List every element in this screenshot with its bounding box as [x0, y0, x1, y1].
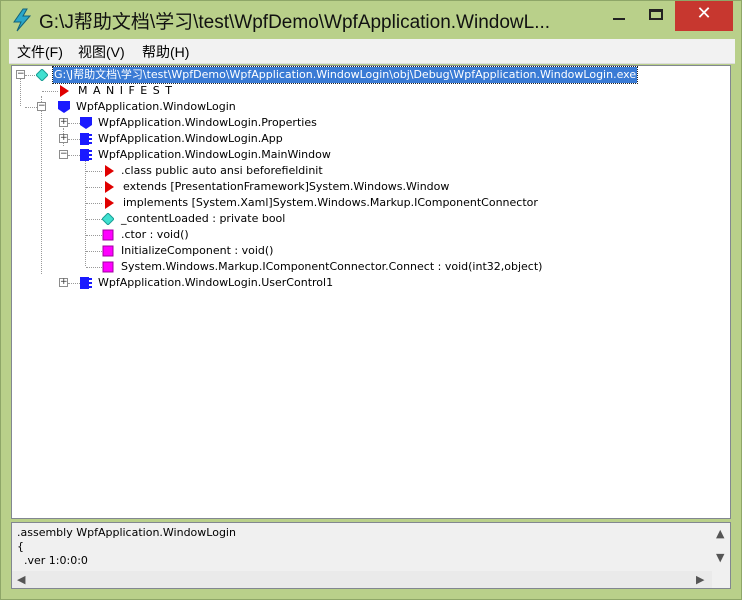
- expand-toggle[interactable]: +: [59, 134, 68, 143]
- menu-view[interactable]: 视图(V): [78, 42, 125, 62]
- namespace-shield-icon: [58, 101, 70, 113]
- expand-toggle[interactable]: +: [59, 118, 68, 127]
- collapse-toggle[interactable]: −: [59, 150, 68, 159]
- menu-help[interactable]: 帮助(H): [142, 42, 189, 62]
- info-line: .ver 1:0:0:0: [17, 554, 88, 567]
- red-triangle-icon: [105, 197, 114, 209]
- scroll-down-arrow-icon[interactable]: ▼: [716, 551, 724, 564]
- field-diamond-icon: [102, 213, 114, 225]
- tree-node-usercontrol[interactable]: + WpfApplication.WindowLogin.UserControl…: [12, 275, 712, 291]
- tree-node-label: implements [System.Xaml]System.Windows.M…: [123, 196, 538, 209]
- horizontal-scrollbar[interactable]: ◀ ▶: [12, 571, 712, 588]
- tree-node-extends[interactable]: extends [PresentationFramework]System.Wi…: [12, 179, 712, 195]
- tree-node-class-decl[interactable]: .class public auto ansi beforefieldinit: [12, 163, 712, 179]
- maximize-icon: [649, 9, 663, 20]
- red-triangle-icon: [105, 165, 114, 177]
- app-window: G:\J帮助文档\学习\test\WpfDemo\WpfApplication.…: [0, 0, 742, 600]
- tree-node-label: G:\J帮助文档\学习\test\WpfDemo\WpfApplication.…: [51, 66, 639, 84]
- tree-node-label: InitializeComponent : void(): [121, 244, 274, 257]
- title-bar[interactable]: G:\J帮助文档\学习\test\WpfDemo\WpfApplication.…: [1, 1, 741, 37]
- menu-file[interactable]: 文件(F): [17, 42, 63, 62]
- expand-toggle[interactable]: +: [59, 278, 68, 287]
- tree-node-implements[interactable]: implements [System.Xaml]System.Windows.M…: [12, 195, 712, 211]
- namespace-shield-icon: [80, 117, 92, 129]
- red-triangle-icon: [60, 85, 69, 97]
- tree-node-root[interactable]: − G:\J帮助文档\学习\test\WpfDemo\WpfApplicatio…: [12, 66, 712, 84]
- close-icon: ✕: [696, 3, 712, 24]
- tree-node-label: WpfApplication.WindowLogin: [76, 100, 236, 113]
- scroll-right-arrow-icon[interactable]: ▶: [696, 573, 704, 586]
- red-triangle-icon: [105, 181, 114, 193]
- tree-node-app[interactable]: + WpfApplication.WindowLogin.App: [12, 131, 712, 147]
- tree-view[interactable]: − G:\J帮助文档\学习\test\WpfDemo\WpfApplicatio…: [11, 65, 731, 519]
- class-icon: [80, 277, 92, 289]
- tree-node-field[interactable]: _contentLoaded : private bool: [12, 211, 712, 227]
- tree-node-label: _contentLoaded : private bool: [121, 212, 286, 225]
- scroll-left-arrow-icon[interactable]: ◀: [17, 573, 25, 586]
- minimize-icon: [613, 18, 625, 20]
- info-line: .assembly WpfApplication.WindowLogin: [17, 526, 236, 539]
- method-icon: [102, 245, 114, 257]
- method-icon: [102, 229, 114, 241]
- minimize-button[interactable]: [599, 1, 639, 31]
- tree-node-mainwindow[interactable]: − WpfApplication.WindowLogin.MainWindow: [12, 147, 712, 163]
- class-icon: [80, 149, 92, 161]
- tree-node-connect[interactable]: System.Windows.Markup.IComponentConnecto…: [12, 259, 712, 275]
- info-line: {: [17, 540, 24, 553]
- tree-node-label: M A N I F E S T: [78, 84, 173, 97]
- tree-node-label: WpfApplication.WindowLogin.UserControl1: [98, 276, 334, 289]
- tree-node-namespace[interactable]: − WpfApplication.WindowLogin: [12, 99, 712, 115]
- maximize-button[interactable]: [639, 1, 675, 31]
- assembly-diamond-icon: [36, 69, 48, 81]
- collapse-toggle[interactable]: −: [37, 102, 46, 111]
- scroll-up-arrow-icon[interactable]: ▲: [716, 527, 724, 540]
- lightning-icon: [13, 8, 32, 32]
- tree-node-properties[interactable]: + WpfApplication.WindowLogin.Properties: [12, 115, 712, 131]
- tree-node-label: .ctor : void(): [121, 228, 189, 241]
- tree-node-label: extends [PresentationFramework]System.Wi…: [123, 180, 450, 193]
- menu-bar: 文件(F) 视图(V) 帮助(H): [9, 39, 735, 64]
- tree-node-label: .class public auto ansi beforefieldinit: [121, 164, 323, 177]
- tree-node-manifest[interactable]: M A N I F E S T: [12, 83, 712, 99]
- tree-node-label: WpfApplication.WindowLogin.Properties: [98, 116, 317, 129]
- class-icon: [80, 133, 92, 145]
- tree-node-label: System.Windows.Markup.IComponentConnecto…: [121, 260, 543, 273]
- close-button[interactable]: ✕: [675, 1, 733, 31]
- tree-node-label: WpfApplication.WindowLogin.MainWindow: [98, 148, 331, 161]
- window-title: G:\J帮助文档\学习\test\WpfDemo\WpfApplication.…: [39, 12, 551, 33]
- info-pane[interactable]: .assembly WpfApplication.WindowLogin { .…: [11, 522, 731, 589]
- tree-node-label: WpfApplication.WindowLogin.App: [98, 132, 283, 145]
- tree-node-initcomp[interactable]: InitializeComponent : void(): [12, 243, 712, 259]
- method-icon: [102, 261, 114, 273]
- collapse-toggle[interactable]: −: [16, 70, 25, 79]
- tree-node-ctor[interactable]: .ctor : void(): [12, 227, 712, 243]
